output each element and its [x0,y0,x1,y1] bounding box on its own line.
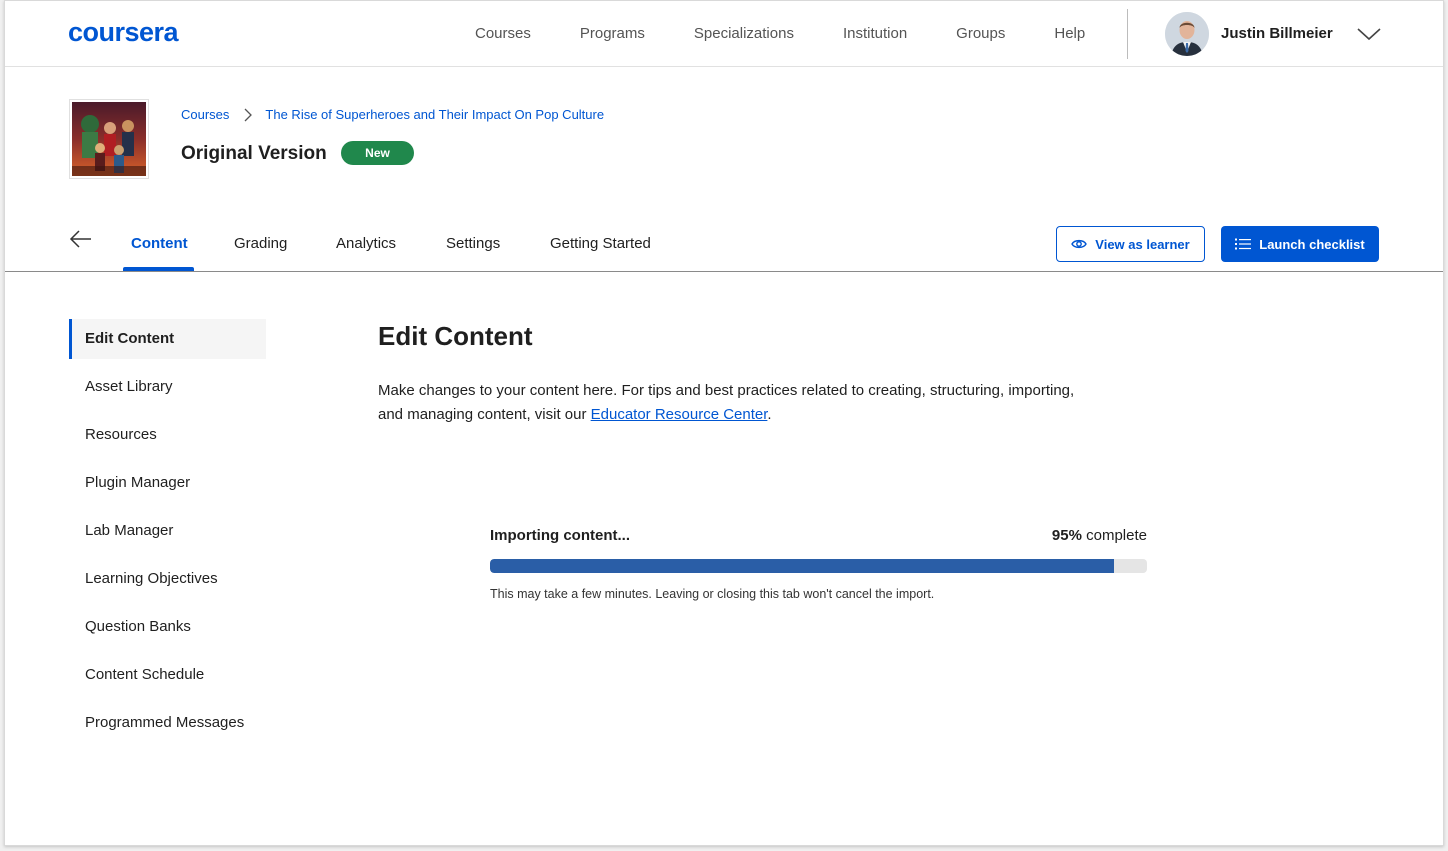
view-as-learner-button[interactable]: View as learner [1056,226,1205,262]
breadcrumb: Courses The Rise of Superheroes and Thei… [181,107,604,122]
import-percent-value: 95% [1051,527,1082,544]
page-description: Make changes to your content here. For t… [378,379,1098,427]
sidebar-item-learning-objectives[interactable]: Learning Objectives [69,559,266,599]
tab-getting-started[interactable]: Getting Started [550,235,651,252]
description-end: . [767,406,772,423]
top-header: coursera Courses Programs Specialization… [5,1,1443,67]
course-version-title: Original Version [181,143,327,164]
tab-grading[interactable]: Grading [234,235,287,252]
tab-analytics[interactable]: Analytics [336,235,396,252]
sidebar-item-content-schedule[interactable]: Content Schedule [69,655,266,695]
header-divider [1127,9,1128,59]
top-nav: Courses Programs Specializations Institu… [475,25,1134,42]
sidebar-item-plugin-manager[interactable]: Plugin Manager [69,463,266,503]
tab-content[interactable]: Content [131,235,188,252]
active-tab-indicator [123,267,194,271]
launch-checklist-label: Launch checklist [1259,236,1365,252]
sidebar-item-programmed-messages[interactable]: Programmed Messages [69,703,266,743]
progress-fill [490,559,1115,573]
nav-institution[interactable]: Institution [843,25,907,42]
sidebar-nav: Edit Content Asset Library Resources Plu… [69,319,266,751]
user-name[interactable]: Justin Billmeier [1221,25,1333,42]
launch-checklist-button[interactable]: Launch checklist [1221,226,1379,262]
sidebar-item-question-banks[interactable]: Question Banks [69,607,266,647]
nav-groups[interactable]: Groups [956,25,1005,42]
nav-courses[interactable]: Courses [475,25,531,42]
sidebar-item-lab-manager[interactable]: Lab Manager [69,511,266,551]
status-badge: New [341,141,414,165]
import-note: This may take a few minutes. Leaving or … [490,587,935,601]
app-window: coursera Courses Programs Specialization… [4,0,1444,846]
progress-bar [490,559,1147,573]
nav-specializations[interactable]: Specializations [694,25,794,42]
import-percent: 95% complete [1052,527,1147,544]
sidebar-item-asset-library[interactable]: Asset Library [69,367,266,407]
sidebar-item-resources[interactable]: Resources [69,415,266,455]
course-thumbnail [69,99,149,179]
coursera-logo[interactable]: coursera [68,17,179,48]
eye-icon [1071,239,1088,249]
page-title: Edit Content [378,321,533,351]
sidebar-item-edit-content[interactable]: Edit Content [69,319,266,359]
nav-help[interactable]: Help [1054,25,1085,42]
educator-resource-center-link[interactable]: Educator Resource Center [591,406,768,423]
list-icon [1235,238,1252,250]
arrow-left-icon[interactable] [69,229,93,249]
tab-bar: Content Grading Analytics Settings Getti… [5,223,1443,272]
import-status-label: Importing content... [490,527,630,544]
nav-programs[interactable]: Programs [580,25,645,42]
chevron-right-icon [244,108,253,121]
import-percent-suffix: complete [1086,527,1147,544]
chevron-down-icon[interactable] [1356,26,1382,42]
tab-settings[interactable]: Settings [446,235,500,252]
user-avatar[interactable] [1165,12,1209,56]
breadcrumb-courses[interactable]: Courses [181,107,229,122]
breadcrumb-course[interactable]: The Rise of Superheroes and Their Impact… [265,107,604,122]
view-as-learner-label: View as learner [1095,236,1190,252]
